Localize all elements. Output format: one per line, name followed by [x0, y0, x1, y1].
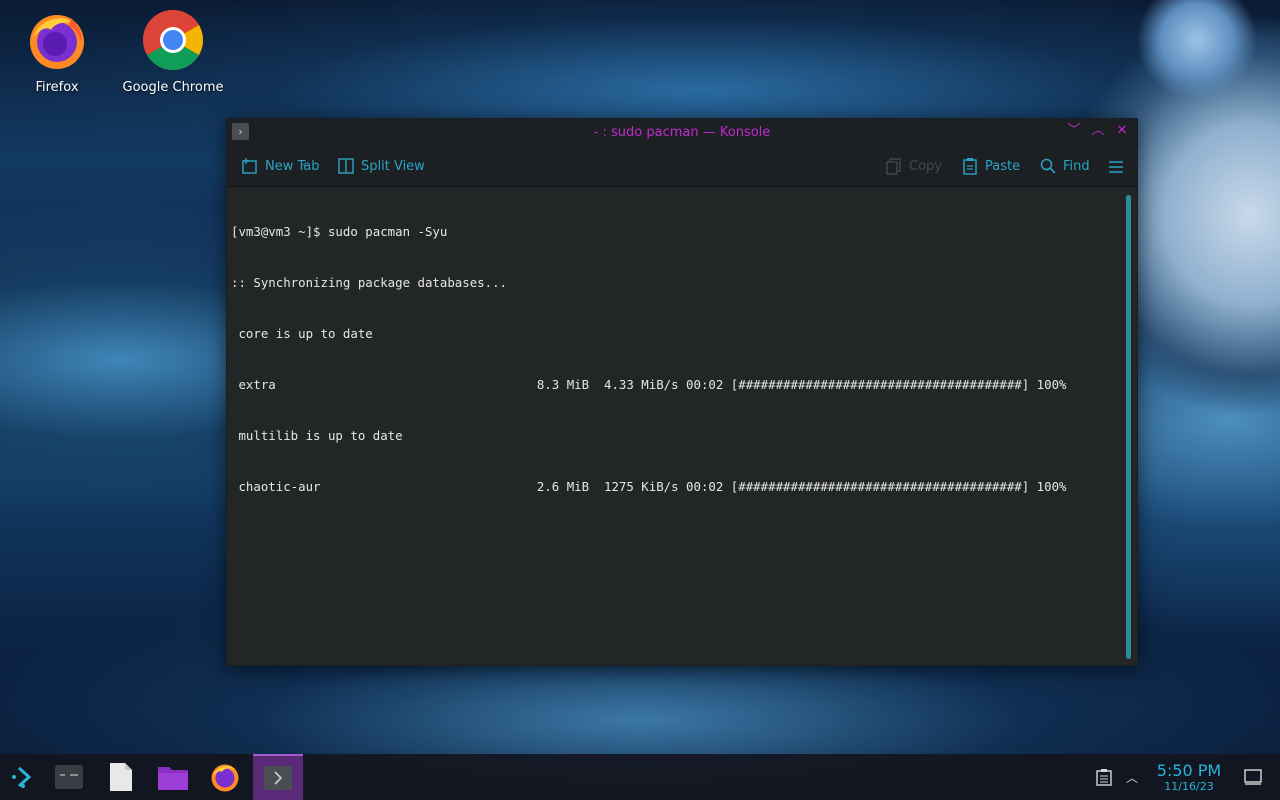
- terminal-line: chaotic-aur 2.6 MiB 1275 KiB/s 00:02 [##…: [231, 479, 1067, 494]
- taskbar: ︿ 5:50 PM 11/16/23: [0, 754, 1280, 800]
- tray-expand-button[interactable]: ︿: [1126, 754, 1142, 800]
- terminal-line: :: Synchronizing package databases...: [231, 275, 508, 290]
- clock-date: 11/16/23: [1164, 780, 1214, 793]
- taskbar-terminal-app[interactable]: [46, 754, 92, 800]
- desktop-icon-label: Firefox: [35, 80, 79, 95]
- taskbar-file-manager-app[interactable]: [150, 754, 196, 800]
- show-desktop-icon: [1244, 769, 1262, 785]
- find-label: Find: [1063, 158, 1090, 174]
- show-desktop-button[interactable]: [1244, 754, 1264, 800]
- new-tab-button[interactable]: New Tab: [241, 156, 320, 176]
- desktop-icon-label: Google Chrome: [122, 80, 224, 95]
- clock-time: 5:50 PM: [1156, 761, 1222, 780]
- paste-label: Paste: [985, 158, 1021, 174]
- taskbar-firefox-app[interactable]: [202, 754, 248, 800]
- window-titlebar[interactable]: › - : sudo pacman — Konsole ﹀ ︿ ✕: [227, 119, 1137, 145]
- launcher-icon: [12, 766, 32, 788]
- taskbar-konsole-app[interactable]: [253, 754, 303, 800]
- copy-icon: [886, 158, 901, 175]
- konsole-toolbar: New Tab ⌄ Split View Copy Paste Find: [227, 145, 1137, 187]
- close-icon[interactable]: ✕: [1115, 123, 1129, 139]
- copy-label: Copy: [909, 158, 942, 174]
- desktop-icon-firefox[interactable]: Firefox: [2, 8, 112, 95]
- clipboard-tray-button[interactable]: [1096, 754, 1114, 800]
- folder-icon: [158, 767, 188, 790]
- window-title: - : sudo pacman — Konsole: [593, 124, 771, 140]
- new-tab-label: New Tab: [265, 158, 320, 174]
- hamburger-menu-button[interactable]: [1107, 157, 1125, 177]
- terminal-scrollbar[interactable]: [1126, 195, 1131, 659]
- minimize-icon[interactable]: ﹀: [1067, 123, 1081, 139]
- terminal-output[interactable]: [vm3@vm3 ~]$ sudo pacman -Syu :: Synchro…: [227, 187, 1137, 665]
- desktop-icon-google-chrome[interactable]: Google Chrome: [118, 8, 228, 95]
- paste-icon: [963, 158, 977, 175]
- document-icon: [110, 763, 132, 791]
- chrome-icon: [142, 9, 204, 71]
- terminal-line: [vm3@vm3 ~]$ sudo pacman -Syu: [231, 224, 448, 239]
- clipboard-icon: [1096, 769, 1112, 786]
- clock[interactable]: 5:50 PM 11/16/23: [1154, 762, 1224, 794]
- firefox-icon: [30, 15, 84, 69]
- terminal-line: extra 8.3 MiB 4.33 MiB/s 00:02 [########…: [231, 377, 1067, 392]
- application-launcher-button[interactable]: [0, 754, 46, 800]
- firefox-icon: [211, 764, 239, 792]
- terminal-app-icon: [55, 765, 83, 789]
- paste-button[interactable]: Paste: [961, 156, 1020, 176]
- split-view-label: Split View: [361, 158, 425, 174]
- split-view-icon: [338, 158, 354, 174]
- split-view-button[interactable]: Split View: [337, 156, 425, 176]
- hamburger-menu-icon: [1109, 161, 1123, 173]
- maximize-icon[interactable]: ︿: [1091, 123, 1105, 139]
- new-tab-icon: [242, 158, 257, 174]
- terminal-line: core is up to date: [231, 326, 373, 341]
- konsole-window: › - : sudo pacman — Konsole ﹀ ︿ ✕ New Ta…: [226, 118, 1138, 666]
- find-button[interactable]: Find: [1039, 156, 1090, 176]
- terminal-line: multilib is up to date: [231, 428, 403, 443]
- konsole-app-icon[interactable]: ›: [232, 123, 249, 140]
- konsole-icon: [264, 766, 292, 790]
- copy-button[interactable]: Copy: [885, 156, 942, 176]
- window-controls: ﹀ ︿ ✕: [1067, 123, 1129, 139]
- taskbar-text-editor-app[interactable]: [98, 754, 144, 800]
- chevron-down-icon[interactable]: ⌄: [301, 159, 308, 168]
- chevron-up-icon: ︿: [1126, 770, 1139, 785]
- search-icon: [1040, 158, 1056, 174]
